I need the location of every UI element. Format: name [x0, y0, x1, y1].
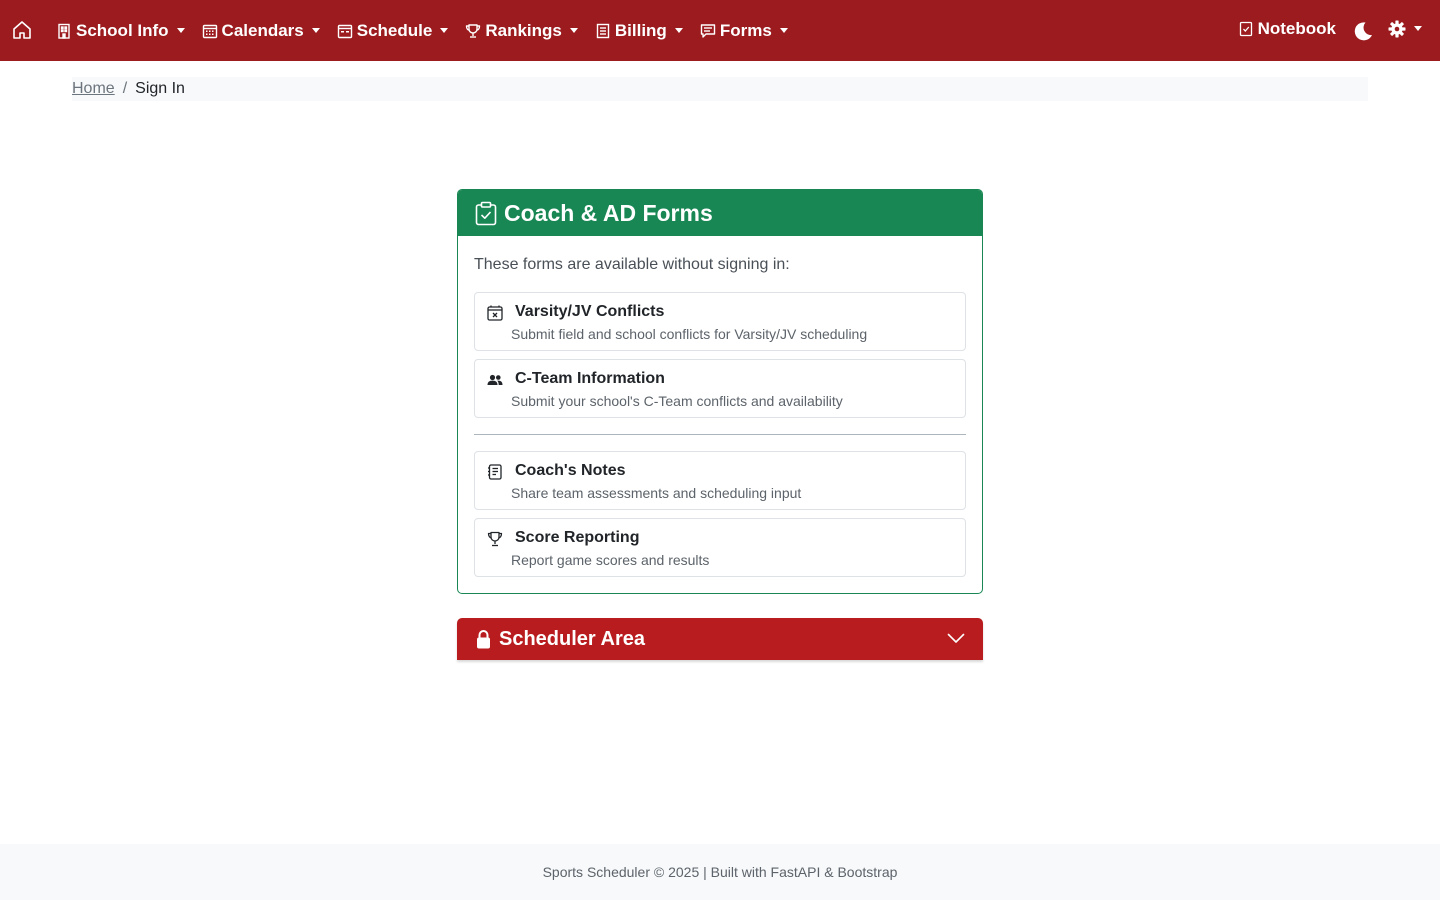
calendar-x-icon [487, 305, 503, 321]
form-title: C-Team Information [515, 370, 665, 387]
breadcrumb-separator: / [122, 80, 128, 97]
nav-rankings[interactable]: Rankings [465, 21, 578, 41]
trophy-icon [466, 23, 481, 38]
journal-text-icon [488, 464, 502, 480]
nav-school-info-label: School Info [76, 20, 169, 40]
house-icon[interactable] [11, 19, 33, 41]
caret-down-icon [674, 28, 683, 33]
form-link-c-team-information[interactable]: C-Team Information Submit your school's … [474, 359, 966, 418]
nav-forms-label: Forms [719, 20, 772, 40]
notebook-label: Notebook [1257, 19, 1336, 38]
page-footer: Sports Scheduler © 2025 | Built with Fas… [0, 844, 1440, 900]
nav-right-group: Notebook [1238, 0, 1422, 61]
scheduler-area-toggle[interactable]: Scheduler Area [457, 618, 983, 660]
people-icon [487, 374, 503, 385]
coach-ad-forms-card: Coach & AD Forms These forms are availab… [457, 189, 983, 594]
caret-down-icon [311, 28, 320, 33]
forms-card-intro: These forms are available without signin… [474, 256, 790, 273]
caret-down-icon [176, 28, 185, 33]
nav-calendars-label: Calendars [221, 20, 304, 40]
building-icon [58, 23, 70, 39]
form-description: Share team assessments and scheduling in… [511, 485, 802, 501]
nav-billing-label: Billing [614, 20, 667, 40]
trophy-icon [487, 531, 503, 547]
nav-forms[interactable]: Forms [700, 21, 788, 41]
form-title: Varsity/JV Conflicts [515, 303, 665, 320]
clipboard-check-icon [475, 201, 497, 225]
notebook-link[interactable]: Notebook [1238, 19, 1336, 39]
calendar-week-icon [337, 24, 352, 38]
top-navbar: School Info Calendars Schedule Rankings [0, 0, 1440, 61]
forms-card-title: Coach & AD Forms [504, 199, 713, 226]
notebook-check-icon [1239, 21, 1252, 37]
form-description: Submit field and school conflicts for Va… [511, 326, 868, 342]
calendar-icon [202, 24, 217, 38]
nav-menu: School Info Calendars Schedule Rankings [56, 0, 805, 61]
caret-down-icon [440, 28, 449, 33]
settings-dropdown[interactable] [1388, 20, 1422, 38]
receipt-icon [596, 23, 610, 38]
nav-school-info[interactable]: School Info [56, 21, 185, 41]
moon-icon[interactable] [1352, 20, 1374, 42]
gear-icon [1388, 20, 1406, 37]
form-title: Coach's Notes [515, 462, 626, 479]
nav-schedule[interactable]: Schedule [337, 21, 449, 41]
caret-down-icon [569, 28, 578, 33]
nav-schedule-label: Schedule [356, 20, 433, 40]
chevron-down-icon [947, 633, 965, 643]
nav-calendars[interactable]: Calendars [202, 21, 320, 41]
lock-icon [477, 630, 490, 649]
nav-billing[interactable]: Billing [595, 21, 683, 41]
caret-down-icon [779, 28, 788, 33]
form-description: Report game scores and results [511, 552, 710, 568]
form-link-varsity-jv-conflicts[interactable]: Varsity/JV Conflicts Submit field and sc… [474, 292, 966, 351]
form-title: Score Reporting [515, 529, 640, 546]
scheduler-area-title: Scheduler Area [499, 627, 645, 650]
breadcrumb-home-link[interactable]: Home [72, 80, 115, 98]
form-link-score-reporting[interactable]: Score Reporting Report game scores and r… [474, 518, 966, 577]
form-link-coachs-notes[interactable]: Coach's Notes Share team assessments and… [474, 451, 966, 510]
caret-down-icon [1414, 26, 1422, 31]
forms-divider [474, 434, 966, 435]
breadcrumb-current: Sign In [135, 80, 185, 97]
footer-text: Sports Scheduler © 2025 | Built with Fas… [542, 864, 898, 880]
chat-square-icon [700, 23, 716, 38]
forms-card-header: Coach & AD Forms [458, 190, 982, 236]
breadcrumb: Home / Sign In [72, 77, 1368, 101]
nav-rankings-label: Rankings [485, 20, 562, 40]
form-description: Submit your school's C-Team conflicts an… [511, 393, 843, 409]
